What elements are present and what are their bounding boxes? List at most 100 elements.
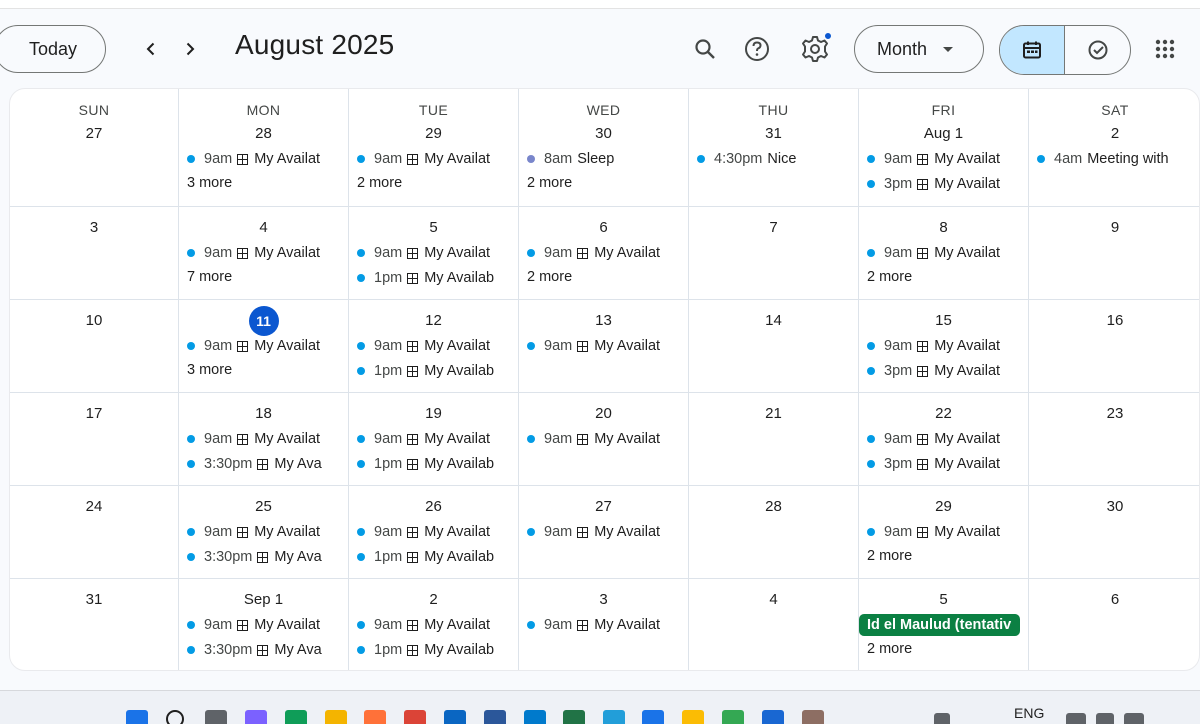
calendar-event[interactable]: 9am My Availat	[187, 242, 348, 264]
date-number[interactable]: 7	[689, 219, 858, 236]
calendar-event[interactable]: 9am My Availat	[187, 428, 348, 450]
day-cell[interactable]: 8 9am My Availat 2 more	[859, 207, 1029, 300]
chevron-up-icon[interactable]	[934, 713, 950, 724]
day-cell[interactable]: 10	[10, 300, 179, 393]
day-cell[interactable]: 18 9am My Availat 3:30pm My Ava	[179, 393, 349, 486]
more-events-link[interactable]: 2 more	[867, 548, 912, 564]
date-number[interactable]: 5	[349, 219, 518, 236]
tasks-view-button[interactable]	[1065, 26, 1130, 74]
day-cell[interactable]: 20 9am My Availat	[519, 393, 689, 486]
previous-month-button[interactable]	[133, 31, 169, 67]
day-cell[interactable]: 13 9am My Availat	[519, 300, 689, 393]
calendar-event[interactable]: 9am My Availat	[357, 521, 518, 543]
day-cell[interactable]: 28	[689, 486, 859, 579]
date-number[interactable]: 30	[519, 125, 688, 142]
date-number[interactable]: 15	[859, 312, 1028, 329]
day-cell[interactable]: MON 28 9am My Availat 3 more	[179, 89, 349, 207]
search-icon[interactable]	[166, 710, 184, 724]
more-events-link[interactable]: 2 more	[357, 175, 402, 191]
day-cell[interactable]: 17	[10, 393, 179, 486]
day-cell[interactable]: 15 9am My Availat 3pm My Availat	[859, 300, 1029, 393]
date-number[interactable]: 14	[689, 312, 858, 329]
date-number[interactable]: 20	[519, 405, 688, 422]
date-number[interactable]: 28	[179, 125, 348, 142]
chrome-icon[interactable]	[404, 710, 426, 724]
date-number[interactable]: 24	[10, 498, 178, 515]
more-events-link[interactable]: 2 more	[867, 641, 912, 657]
calendar-event[interactable]: 9am My Availat	[187, 614, 348, 636]
calendar-event[interactable]: 3pm My Availat	[867, 453, 1028, 475]
more-events-link[interactable]: 3 more	[187, 362, 232, 378]
day-cell[interactable]: 24	[10, 486, 179, 579]
calendar-event[interactable]: 3pm My Availat	[867, 360, 1028, 382]
date-number[interactable]: 4	[179, 219, 348, 236]
calendar-event[interactable]: 9am My Availat	[527, 614, 688, 636]
day-cell[interactable]: 6	[1029, 579, 1199, 670]
date-number[interactable]: 27	[519, 498, 688, 515]
calendar-event[interactable]: 9am My Availat	[357, 614, 518, 636]
day-cell[interactable]: 7	[689, 207, 859, 300]
calendar-event[interactable]: 1pm My Availab	[357, 360, 518, 382]
day-cell[interactable]: THU 31 4:30pm Nice	[689, 89, 859, 207]
date-number[interactable]: 17	[10, 405, 178, 422]
date-number[interactable]: 22	[859, 405, 1028, 422]
day-cell[interactable]: 19 9am My Availat 1pm My Availab	[349, 393, 519, 486]
settings-button[interactable]	[795, 29, 835, 69]
day-cell[interactable]: Sep 1 9am My Availat 3:30pm My Ava	[179, 579, 349, 670]
date-number[interactable]: 12	[349, 312, 518, 329]
date-number[interactable]: Sep 1	[179, 591, 348, 608]
calendar-view-button[interactable]	[1000, 26, 1065, 74]
date-number[interactable]: 6	[1029, 591, 1199, 608]
calendar-event[interactable]: 9am My Availat	[527, 335, 688, 357]
copilot-icon[interactable]	[245, 710, 267, 724]
calendar-event[interactable]: 9am My Availat	[527, 521, 688, 543]
day-cell[interactable]: 6 9am My Availat 2 more	[519, 207, 689, 300]
day-cell[interactable]: 30	[1029, 486, 1199, 579]
more-events-link[interactable]: 7 more	[187, 269, 232, 285]
date-number[interactable]: 29	[349, 125, 518, 142]
word-icon[interactable]	[484, 710, 506, 724]
calendar-event[interactable]: 9am My Availat	[187, 148, 348, 170]
calendar-event[interactable]: 9am My Availat	[187, 335, 348, 357]
date-number[interactable]: 28	[689, 498, 858, 515]
calendar-event[interactable]: 8am Sleep	[527, 148, 688, 170]
day-cell[interactable]: 4 9am My Availat 7 more	[179, 207, 349, 300]
all-day-event-chip[interactable]: Id el Maulud (tentativ	[859, 614, 1020, 636]
excel-icon[interactable]	[563, 710, 585, 724]
chrome-canary-icon[interactable]	[682, 710, 704, 724]
calendar-event[interactable]: 3:30pm My Ava	[187, 546, 348, 568]
date-number[interactable]: 21	[689, 405, 858, 422]
calendar-event[interactable]: 9am My Availat	[357, 148, 518, 170]
calendar-event[interactable]: 1pm My Availab	[357, 639, 518, 661]
day-cell[interactable]: 3	[10, 207, 179, 300]
date-number[interactable]: 10	[10, 312, 178, 329]
linkedin-icon[interactable]	[444, 710, 466, 724]
calendar-event[interactable]: 4:30pm Nice	[697, 148, 858, 170]
day-cell[interactable]: 23	[1029, 393, 1199, 486]
photos-icon[interactable]	[762, 710, 784, 724]
date-number[interactable]: 5	[859, 591, 1028, 608]
day-cell[interactable]: 27 9am My Availat	[519, 486, 689, 579]
date-number[interactable]: Aug 1	[859, 125, 1028, 142]
calendar-event[interactable]: 9am My Availat	[527, 242, 688, 264]
date-number[interactable]: 23	[1029, 405, 1199, 422]
today-button[interactable]: Today	[0, 25, 106, 73]
day-cell[interactable]: 9	[1029, 207, 1199, 300]
date-number[interactable]: 2	[1029, 125, 1199, 142]
calendar-event[interactable]: 1pm My Availab	[357, 453, 518, 475]
firefox-icon[interactable]	[364, 710, 386, 724]
help-button[interactable]	[737, 29, 777, 69]
edge-icon[interactable]	[285, 710, 307, 724]
calendar-event[interactable]: 1pm My Availab	[357, 546, 518, 568]
day-cell[interactable]: 12 9am My Availat 1pm My Availab	[349, 300, 519, 393]
day-cell[interactable]: WED 30 8am Sleep 2 more	[519, 89, 689, 207]
globe-icon[interactable]	[722, 710, 744, 724]
calendar-event[interactable]: 9am My Availat	[187, 521, 348, 543]
vscode-icon[interactable]	[524, 710, 546, 724]
calendar-event[interactable]: 1pm My Availab	[357, 267, 518, 289]
calendar-event[interactable]: 9am My Availat	[357, 242, 518, 264]
more-events-link[interactable]: 2 more	[867, 269, 912, 285]
calendar-event[interactable]: 3:30pm My Ava	[187, 639, 348, 661]
date-number[interactable]: 13	[519, 312, 688, 329]
more-events-link[interactable]: 2 more	[527, 175, 572, 191]
